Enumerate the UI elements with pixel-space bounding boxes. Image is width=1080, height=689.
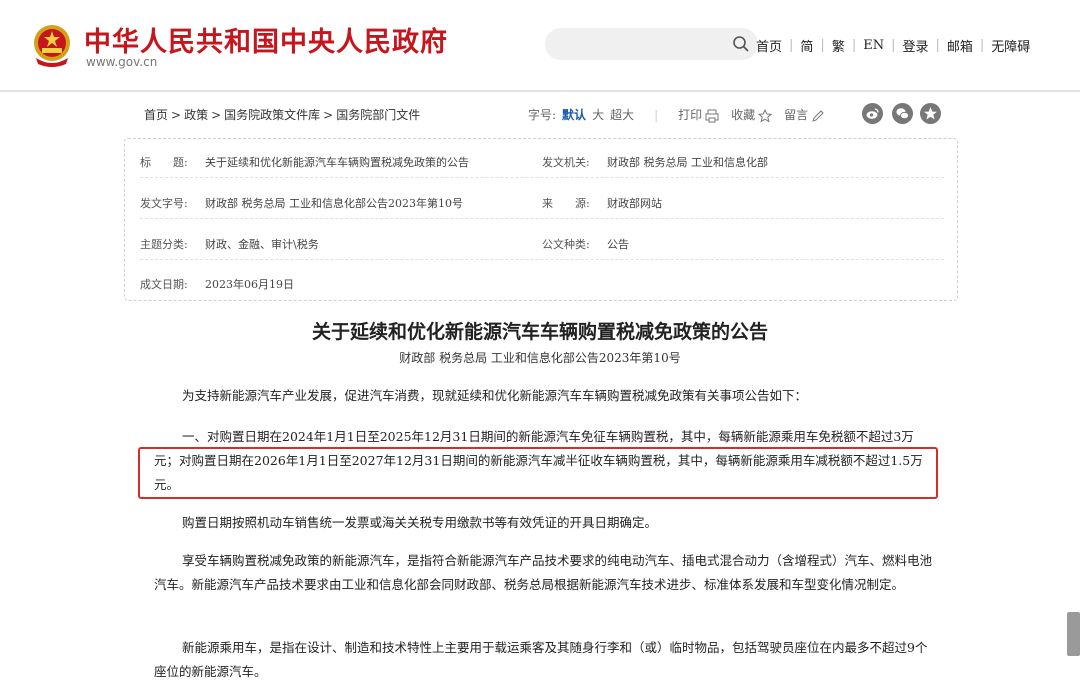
weibo-icon	[866, 108, 879, 119]
nav-separator: |	[979, 38, 985, 53]
national-emblem-icon[interactable]	[30, 22, 74, 68]
printer-icon	[705, 109, 719, 122]
info-issuer-label: 发文机关:	[542, 156, 590, 169]
info-source-value: 财政部网站	[607, 197, 662, 210]
info-divider	[140, 218, 944, 219]
site-title[interactable]: 中华人民共和国中央人民政府	[84, 20, 448, 59]
breadcrumb-separator: >	[323, 108, 334, 122]
info-doctype-value: 公告	[607, 238, 629, 251]
header-divider	[0, 90, 1080, 92]
info-divider	[140, 259, 944, 260]
breadcrumb-policy[interactable]: 政策	[184, 108, 208, 122]
breadcrumb-policy-library[interactable]: 国务院政策文件库	[224, 108, 320, 122]
breadcrumb-home[interactable]: 首页	[144, 108, 168, 122]
search-input[interactable]	[545, 28, 758, 60]
pencil-icon	[812, 109, 824, 122]
print-label: 打印	[678, 108, 703, 122]
star-icon	[758, 108, 773, 123]
comment-label: 留言	[784, 108, 809, 122]
breadcrumb: 首页 > 政策 > 国务院政策文件库 > 国务院部门文件	[144, 106, 420, 123]
comment-button[interactable]: 留言	[784, 106, 825, 123]
wechat-icon	[896, 108, 909, 120]
site-url[interactable]: www.gov.cn	[86, 55, 157, 69]
info-category-label: 主题分类:	[140, 238, 188, 251]
font-size-xlarge[interactable]: 超大	[610, 106, 634, 123]
info-title-value: 关于延续和优化新能源汽车车辆购置税减免政策的公告	[205, 156, 469, 169]
nav-mail[interactable]: 邮箱	[947, 36, 973, 55]
search-icon[interactable]	[732, 35, 750, 53]
nav-login[interactable]: 登录	[902, 36, 928, 55]
favorite-button[interactable]: 收藏	[731, 106, 773, 123]
paragraph-text: 新能源乘用车，是指在设计、制造和技术特性上主要用于载运乘客及其随身行李和（或）临…	[154, 640, 928, 679]
print-button[interactable]: 打印	[678, 106, 719, 123]
nav-english[interactable]: EN	[863, 38, 884, 53]
nav-separator: |	[789, 38, 794, 53]
paragraph-text: 购置日期按照机动车销售统一发票或海关关税专用缴款书等有效凭证的开具日期确定。	[182, 515, 658, 530]
highlight-annotation-box	[138, 447, 938, 499]
info-date-label: 成文日期:	[140, 278, 188, 291]
breadcrumb-separator: >	[211, 108, 222, 122]
info-issuer-value: 财政部 税务总局 工业和信息化部	[607, 156, 768, 169]
scroll-to-top-handle[interactable]	[1067, 612, 1080, 656]
nav-separator: |	[851, 38, 857, 53]
nav-separator: |	[935, 38, 940, 53]
tools-separator: |	[654, 107, 659, 122]
article-tools: 字号: 默认 大 超大 | 打印 收藏 留言	[528, 106, 825, 123]
breadcrumb-separator: >	[171, 108, 182, 122]
article-subtitle: 财政部 税务总局 工业和信息化部公告2023年第10号	[399, 351, 681, 365]
article-paragraph: 为支持新能源汽车产业发展，促进汽车消费，现就延续和优化新能源汽车车辆购置税减免政…	[154, 384, 936, 408]
paragraph-text: 为支持新能源汽车产业发展，促进汽车消费，现就延续和优化新能源汽车车辆购置税减免政…	[182, 388, 808, 403]
qzone-share-button[interactable]	[920, 103, 941, 124]
weibo-share-button[interactable]	[862, 103, 883, 124]
site-header: 中华人民共和国中央人民政府 www.gov.cn 首页 | 简 | 繁 | EN | 登…	[0, 0, 1080, 90]
font-size-large[interactable]: 大	[592, 106, 604, 123]
info-divider	[140, 177, 944, 178]
wechat-share-button[interactable]	[892, 103, 913, 124]
info-category-value: 财政、金融、审计\税务	[205, 238, 319, 251]
breadcrumb-department-docs[interactable]: 国务院部门文件	[336, 108, 420, 122]
article-paragraph: 新能源乘用车，是指在设计、制造和技术特性上主要用于载运乘客及其随身行李和（或）临…	[154, 636, 936, 684]
font-size-default[interactable]: 默认	[562, 106, 586, 123]
favorite-label: 收藏	[731, 108, 756, 122]
top-nav: 首页 | 简 | 繁 | EN | 登录 | 邮箱 | 无障碍	[756, 36, 1030, 55]
info-date-value: 2023年06月19日	[205, 278, 294, 291]
qzone-icon	[924, 107, 937, 120]
info-title-label: 标 题:	[140, 156, 188, 169]
info-source-label: 来 源:	[542, 197, 590, 210]
nav-accessibility[interactable]: 无障碍	[991, 36, 1030, 55]
font-size-label: 字号:	[528, 108, 557, 122]
nav-home[interactable]: 首页	[756, 36, 782, 55]
nav-simplified[interactable]: 简	[800, 36, 813, 55]
article-title: 关于延续和优化新能源汽车车辆购置税减免政策的公告	[311, 321, 768, 343]
nav-separator: |	[891, 38, 896, 53]
info-doctype-label: 公文种类:	[542, 238, 590, 251]
article-paragraph: 购置日期按照机动车销售统一发票或海关关税专用缴款书等有效凭证的开具日期确定。	[154, 511, 936, 535]
nav-separator: |	[820, 38, 825, 53]
document-info-box: 标 题: 关于延续和优化新能源汽车车辆购置税减免政策的公告 发文机关: 财政部 …	[124, 138, 958, 301]
article-paragraph: 享受车辆购置税减免政策的新能源汽车，是指符合新能源汽车产品技术要求的纯电动汽车、…	[154, 549, 936, 597]
info-docno-label: 发文字号:	[140, 197, 188, 210]
info-docno-value: 财政部 税务总局 工业和信息化部公告2023年第10号	[205, 197, 463, 210]
paragraph-text: 享受车辆购置税减免政策的新能源汽车，是指符合新能源汽车产品技术要求的纯电动汽车、…	[154, 553, 933, 592]
nav-traditional[interactable]: 繁	[832, 36, 845, 55]
